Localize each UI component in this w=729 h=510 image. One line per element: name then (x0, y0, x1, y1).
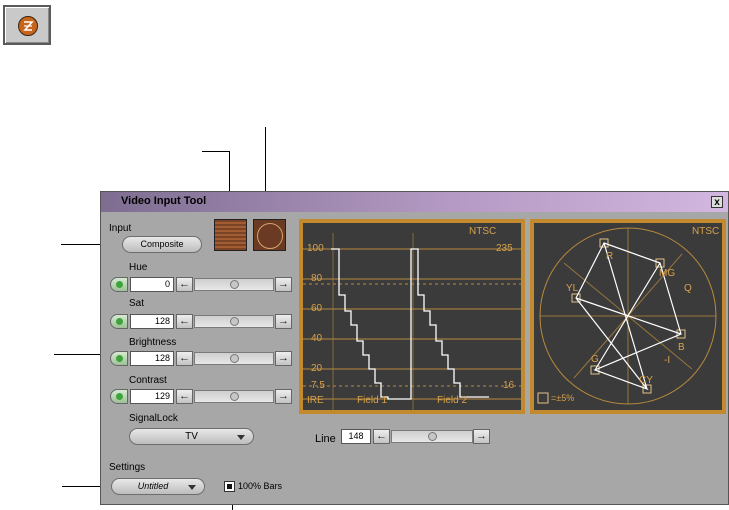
settings-value: Untitled (137, 481, 169, 491)
target-q-label: Q (684, 283, 692, 294)
waveform-field1-label: Field 1 (357, 395, 388, 406)
bars-checkbox[interactable] (224, 481, 235, 492)
brightness-value-field[interactable]: 128 (130, 351, 174, 366)
sat-knob[interactable] (230, 317, 239, 326)
waveform-standard-label: NTSC (469, 226, 497, 237)
brightness-reset-button[interactable] (110, 351, 128, 366)
color-bars-swatch[interactable] (214, 219, 247, 251)
waveform-mark-7-5: 7.5 (311, 380, 325, 391)
vectorscope-standard-label: NTSC (692, 226, 720, 237)
hue-track[interactable] (194, 278, 274, 291)
brightness-slider: 128 ← → (110, 351, 292, 366)
bars-label: 100% Bars (238, 481, 283, 491)
contrast-slider: 129 ← → (110, 389, 292, 404)
line-increment-button[interactable]: → (473, 429, 490, 444)
contrast-knob[interactable] (230, 392, 239, 401)
target-cy-label: CY (639, 375, 653, 386)
target-r-label: R (606, 251, 614, 262)
brightness-knob[interactable] (230, 354, 239, 363)
target-b-label: B (678, 342, 685, 353)
signallock-value: TV (185, 431, 198, 442)
close-button[interactable]: x (711, 196, 723, 208)
sat-reset-button[interactable] (110, 314, 128, 329)
tolerance-label: =±5% (551, 393, 575, 403)
waveform-unit-label: IRE (307, 395, 324, 406)
hue-value-field[interactable]: 0 (130, 277, 174, 292)
hue-slider: 0 ← → (110, 277, 292, 292)
settings-select[interactable]: Untitled (111, 478, 205, 495)
hue-decrement-button[interactable]: ← (176, 277, 193, 292)
video-input-tool-window: Video Input Tool x Input Composite Hue 0… (100, 191, 729, 505)
callout-line-swatch-left (202, 151, 229, 152)
contrast-label: Contrast (129, 375, 167, 386)
waveform-monitor: NTSC 100 80 60 40 20 7.5 235 16 IRE Fiel… (299, 219, 525, 414)
waveform-mark-16: 16 (503, 380, 515, 391)
target-mg-label: MG (659, 268, 676, 279)
title-bar[interactable]: Video Input Tool x (101, 192, 728, 212)
waveform-mark-20: 20 (311, 363, 323, 374)
hue-reset-button[interactable] (110, 277, 128, 292)
contrast-reset-button[interactable] (110, 389, 128, 404)
line-decrement-button[interactable]: ← (373, 429, 390, 444)
line-track[interactable] (391, 430, 473, 443)
line-knob[interactable] (428, 432, 437, 441)
sat-value-field[interactable]: 128 (130, 314, 174, 329)
line-slider: 148 ← → (341, 429, 491, 444)
vectorscope-monitor: NTSC R MG YL Q B -I G CY =±5% (530, 219, 726, 414)
waveform-mark-60: 60 (311, 303, 323, 314)
sat-label: Sat (129, 298, 145, 309)
line-label: Line (315, 433, 336, 445)
video-input-glyph-icon (18, 16, 38, 36)
hue-label: Hue (129, 262, 148, 273)
hue-increment-button[interactable]: → (275, 277, 292, 292)
settings-label: Settings (109, 462, 146, 473)
sat-track[interactable] (194, 315, 274, 328)
waveform-mark-80: 80 (311, 273, 323, 284)
brightness-track[interactable] (194, 352, 274, 365)
target-yl-label: YL (566, 283, 579, 294)
target-g-label: G (591, 354, 599, 365)
contrast-increment-button[interactable]: → (275, 389, 292, 404)
waveform-graticule (303, 233, 521, 410)
hue-knob[interactable] (230, 280, 239, 289)
waveform-mark-40: 40 (311, 333, 323, 344)
sat-slider: 128 ← → (110, 314, 292, 329)
brightness-decrement-button[interactable]: ← (176, 351, 193, 366)
sat-increment-button[interactable]: → (275, 314, 292, 329)
input-label: Input (109, 223, 132, 234)
waveform-mark-235: 235 (496, 243, 513, 254)
line-value-field[interactable]: 148 (341, 429, 371, 444)
video-input-tool-icon[interactable] (3, 5, 51, 45)
target-minus-i-label: -I (664, 355, 671, 366)
contrast-decrement-button[interactable]: ← (176, 389, 193, 404)
circle-icon (257, 223, 283, 249)
chevron-down-icon (237, 435, 245, 440)
brightness-label: Brightness (129, 337, 177, 348)
input-source-button[interactable]: Composite (122, 236, 202, 253)
signallock-select[interactable]: TV (129, 428, 254, 445)
checkbox-check-icon (227, 484, 232, 489)
brightness-increment-button[interactable]: → (275, 351, 292, 366)
contrast-track[interactable] (194, 390, 274, 403)
contrast-value-field[interactable]: 129 (130, 389, 174, 404)
vectorscope-graticule (537, 227, 717, 405)
signallock-label: SignalLock (129, 413, 178, 424)
window-title: Video Input Tool (121, 195, 207, 207)
chevron-down-icon (188, 485, 196, 490)
waveform-mark-100: 100 (307, 243, 324, 254)
waveform-field2-label: Field 2 (437, 395, 468, 406)
black-level-swatch[interactable] (253, 219, 286, 251)
sat-decrement-button[interactable]: ← (176, 314, 193, 329)
